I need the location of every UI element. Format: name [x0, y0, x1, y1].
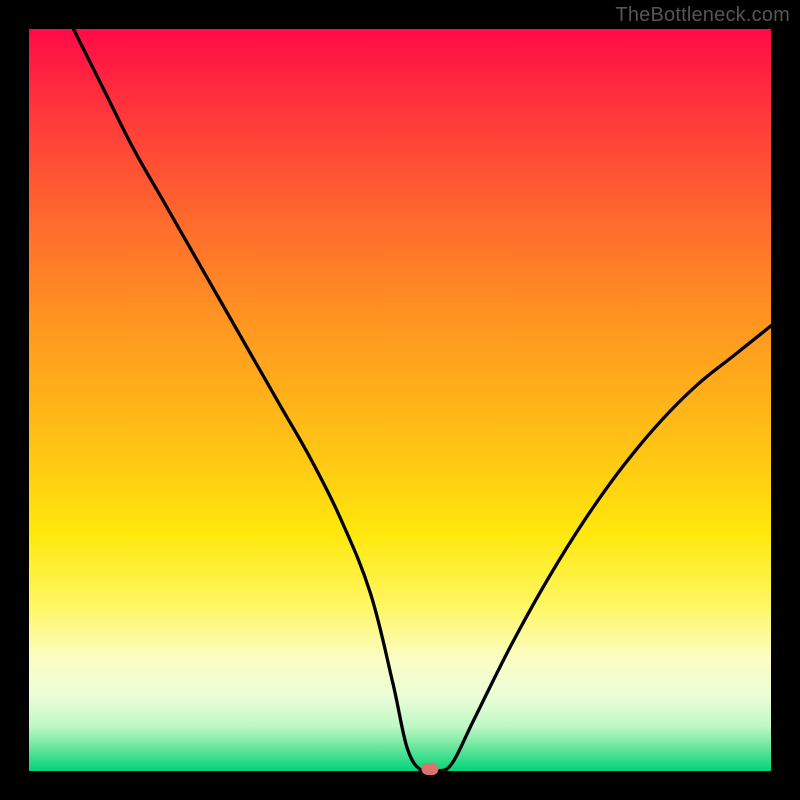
bottleneck-curve: [74, 29, 772, 771]
watermark-text: TheBottleneck.com: [615, 4, 790, 27]
chart-root: TheBottleneck.com: [0, 0, 800, 800]
curve-svg: [29, 29, 771, 771]
plot-area: [29, 29, 771, 771]
optimum-marker: [421, 763, 438, 775]
